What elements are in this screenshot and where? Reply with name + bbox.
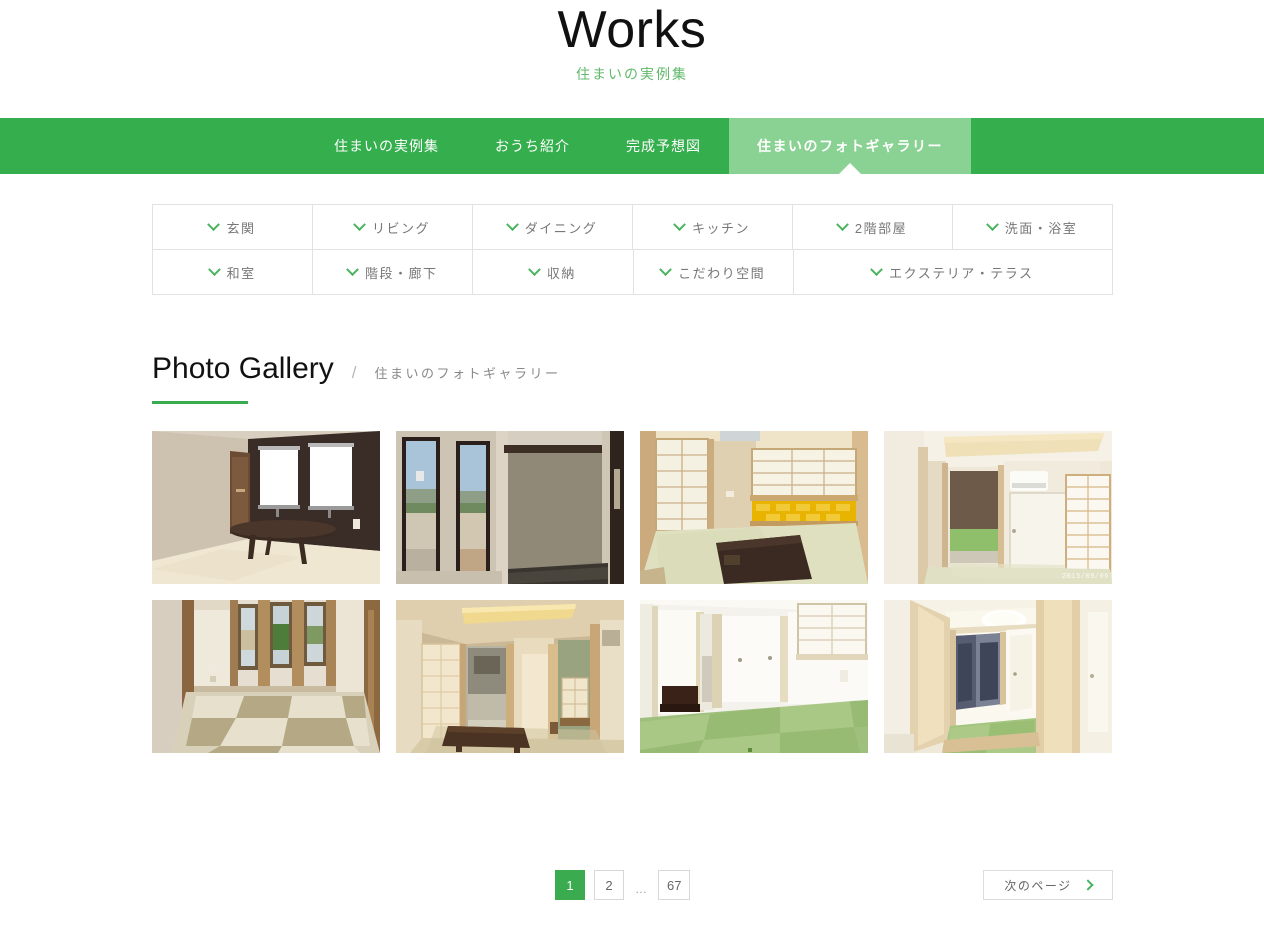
page-title: Works: [557, 1, 707, 59]
filter-special-space[interactable]: こだわり空間: [633, 250, 794, 295]
photo-image: [152, 600, 380, 753]
filter-label: 和室: [226, 265, 256, 281]
chevron-down-icon: [207, 217, 221, 231]
page-subtitle: 住まいの実例集: [576, 66, 688, 82]
photo-image: [152, 431, 380, 584]
photo-image: [640, 600, 868, 753]
filter-label: 2階部屋: [854, 220, 908, 236]
chevron-down-icon: [985, 217, 999, 231]
photo-image: [884, 431, 1112, 584]
filter-dining[interactable]: ダイニング: [473, 205, 633, 250]
photo-gallery-grid: 2015/09/06: [152, 431, 1112, 753]
filter-kitchen[interactable]: キッチン: [633, 205, 793, 250]
section-title-ja: 住まいのフォトギャラリー: [374, 366, 561, 381]
active-tab-pointer-icon: [839, 163, 861, 174]
photo-image: [396, 600, 624, 753]
section-title-en: Photo Gallery: [152, 352, 334, 385]
page-button-last[interactable]: 67: [658, 870, 691, 900]
next-page-button[interactable]: 次のページ: [983, 870, 1113, 900]
chevron-down-icon: [673, 217, 686, 231]
chevron-down-icon: [659, 262, 672, 276]
filter-washroom-bath[interactable]: 洗面・浴室: [953, 205, 1113, 250]
nav-item-kansei-yosouzu[interactable]: 完成予想図: [598, 118, 729, 174]
filter-row: 和室 階段・廊下 収納 こだわり空間 エクステリア・テラス: [153, 250, 1114, 295]
category-filter-grid: 玄関 リビング ダイニング キッチン 2階部屋 洗面・浴室 和室 階段・廊下 収…: [152, 204, 1114, 295]
filter-label: キッチン: [691, 220, 750, 236]
page-button-2[interactable]: 2: [594, 870, 624, 900]
filter-washitsu[interactable]: 和室: [153, 250, 314, 295]
gallery-photo-washitsu-indirect-lighting[interactable]: 2015/09/06: [884, 431, 1112, 584]
photo-watermark: 2015/09/06: [1061, 573, 1109, 581]
filter-label: 階段・廊下: [365, 265, 438, 281]
gallery-photo-tatami-room-through-doorway[interactable]: [884, 600, 1112, 753]
gallery-photo-warm-lit-washitsu[interactable]: [396, 600, 624, 753]
filter-label: こだわり空間: [678, 265, 766, 281]
filter-stairs-corridor[interactable]: 階段・廊下: [313, 250, 474, 295]
gallery-photo-ryukyu-tatami-checker[interactable]: [152, 600, 380, 753]
filter-second-floor-room[interactable]: 2階部屋: [793, 205, 953, 250]
gallery-photo-room-windows-tokonoma[interactable]: [396, 431, 624, 584]
filter-row: 玄関 リビング ダイニング キッチン 2階部屋 洗面・浴室: [153, 205, 1113, 250]
nav-item-label: 住まいのフォトギャラリー: [757, 138, 943, 154]
section-heading: Photo Gallery / 住まいのフォトギャラリー: [152, 352, 561, 386]
page-ellipsis: …: [635, 882, 647, 896]
filter-label: リビング: [371, 220, 430, 236]
filter-label: 玄関: [226, 220, 256, 236]
filter-genkan[interactable]: 玄関: [153, 205, 313, 250]
nav-item-ouchi-shoukai[interactable]: おうち紹介: [467, 118, 598, 174]
gallery-photo-green-tatami-room[interactable]: [640, 600, 868, 753]
nav-item-jitsureishu[interactable]: 住まいの実例集: [306, 118, 467, 174]
chevron-down-icon: [870, 262, 884, 276]
section-separator: /: [351, 363, 357, 382]
filter-label: 収納: [546, 265, 576, 281]
chevron-right-icon: [1081, 879, 1094, 891]
chevron-down-icon: [346, 262, 359, 276]
photo-image: [396, 431, 624, 584]
chevron-down-icon: [353, 217, 366, 231]
page-header: Works 住まいの実例集: [0, 0, 1264, 84]
gallery-photo-washitsu-dark-accent-wall[interactable]: [152, 431, 380, 584]
nav-item-label: おうち紹介: [495, 138, 570, 154]
filter-label: ダイニング: [524, 220, 598, 236]
page-button-1[interactable]: 1: [555, 870, 585, 900]
filter-storage[interactable]: 収納: [473, 250, 634, 295]
pagination: 1 2 … 67: [555, 870, 691, 900]
chevron-down-icon: [528, 262, 541, 276]
filter-exterior-terrace[interactable]: エクステリア・テラス: [793, 250, 1114, 295]
photo-image: [884, 600, 1112, 753]
nav-item-label: 住まいの実例集: [334, 138, 439, 154]
main-navigation: 住まいの実例集 おうち紹介 完成予想図 住まいのフォトギャラリー: [0, 118, 1264, 174]
filter-living[interactable]: リビング: [313, 205, 473, 250]
nav-item-label: 完成予想図: [626, 138, 701, 154]
filter-label: 洗面・浴室: [1004, 220, 1078, 236]
nav-item-photo-gallery[interactable]: 住まいのフォトギャラリー: [729, 118, 971, 174]
chevron-down-icon: [505, 217, 519, 231]
section-underline: [152, 401, 248, 404]
photo-image: [640, 431, 868, 584]
next-page-label: 次のページ: [1004, 878, 1072, 893]
chevron-down-icon: [836, 217, 849, 231]
chevron-down-icon: [207, 262, 221, 276]
filter-label: エクステリア・テラス: [889, 265, 1034, 281]
gallery-photo-washitsu-gold-panel[interactable]: [640, 431, 868, 584]
